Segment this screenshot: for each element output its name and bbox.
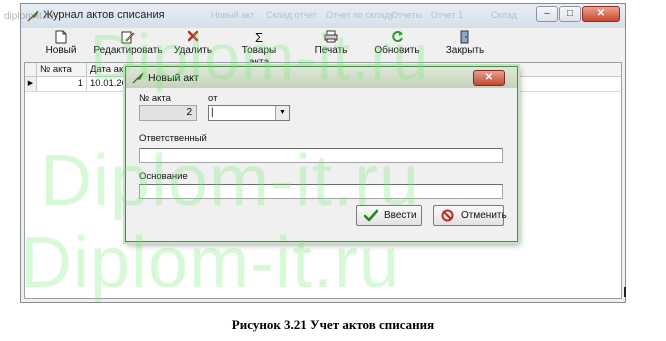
sum-icon: Σ [254, 30, 264, 45]
dialog-close-button[interactable]: ✕ [473, 70, 505, 86]
refresh-icon [373, 30, 421, 45]
background-menu-text: Новый акт [211, 10, 255, 20]
cancel-button[interactable]: Отменить [433, 205, 507, 226]
delete-button-label: Удалить [173, 45, 213, 56]
basis-input[interactable] [139, 184, 503, 199]
goods-button[interactable]: Σ Товары акта [231, 30, 287, 68]
basis-label: Основание [139, 171, 188, 182]
checkmark-icon [363, 209, 379, 225]
figure-caption: Рисунок 3.21 Учет актов списания [231, 317, 435, 332]
maximize-button[interactable]: □ [559, 6, 581, 22]
responsible-input[interactable] [139, 148, 503, 163]
printer-icon [311, 30, 351, 45]
stray-mark [624, 287, 626, 297]
refresh-button-label: Обновить [374, 45, 420, 56]
column-header-number[interactable]: № акта [37, 63, 87, 76]
new-button[interactable]: Новый [43, 30, 79, 60]
print-button-label: Печать [314, 45, 348, 56]
edit-button[interactable]: Редактировать [93, 30, 163, 60]
cancel-button-label: Отменить [461, 210, 507, 221]
dialog-feather-icon [131, 71, 145, 85]
submit-button[interactable]: Ввести [356, 205, 422, 226]
act-date-picker[interactable]: | ▼ [208, 105, 290, 121]
background-menu-text: Отчеты [391, 10, 423, 20]
edit-button-label: Редактировать [93, 45, 163, 56]
chevron-down-icon[interactable]: ▼ [275, 106, 289, 120]
edit-document-icon [93, 30, 163, 45]
new-act-dialog: Новый акт ✕ № акта от 2 | ▼ Ответственны… [125, 66, 518, 242]
close-form-button-label: Закрыть [445, 45, 485, 56]
new-document-icon [43, 30, 79, 45]
minimize-button[interactable]: – [536, 6, 558, 22]
new-button-label: Новый [45, 45, 77, 56]
toolbar: Новый Редактировать Удалить Σ Товары акт… [21, 28, 625, 68]
refresh-button[interactable]: Обновить [373, 30, 421, 60]
window-titlebar[interactable]: Журнал актов списания Новый акт Склад от… [21, 4, 625, 28]
current-row-arrow-icon: ▶ [25, 77, 37, 91]
app-feather-icon [26, 9, 40, 23]
close-form-button[interactable]: Закрыть [445, 30, 485, 60]
dialog-body: № акта от 2 | ▼ Ответственный Основание … [126, 89, 517, 241]
responsible-label: Ответственный [139, 133, 207, 144]
delete-x-icon [173, 30, 213, 45]
cancel-icon [441, 209, 454, 225]
window-title: Журнал актов списания [43, 9, 165, 21]
background-menu-text: Отчет по складу [326, 10, 395, 20]
print-button[interactable]: Печать [311, 30, 351, 60]
text-caret: | [211, 107, 214, 118]
background-menu-text: Отчет 1 [431, 10, 464, 20]
dialog-titlebar[interactable]: Новый акт ✕ [126, 67, 517, 88]
background-menu-text: Склад отчет [266, 10, 317, 20]
close-button[interactable]: ✕ [582, 6, 620, 22]
dialog-title: Новый акт [148, 72, 199, 84]
row-number-cell[interactable]: 1 [37, 77, 87, 91]
submit-button-label: Ввести [384, 210, 417, 221]
delete-button[interactable]: Удалить [173, 30, 213, 60]
act-date-label: от [208, 93, 218, 104]
act-number-label: № акта [139, 93, 171, 104]
header-indicator-cell [25, 63, 37, 76]
background-menu-text: Склад [491, 10, 518, 20]
exit-door-icon [445, 30, 485, 45]
act-number-field: 2 [139, 105, 197, 121]
